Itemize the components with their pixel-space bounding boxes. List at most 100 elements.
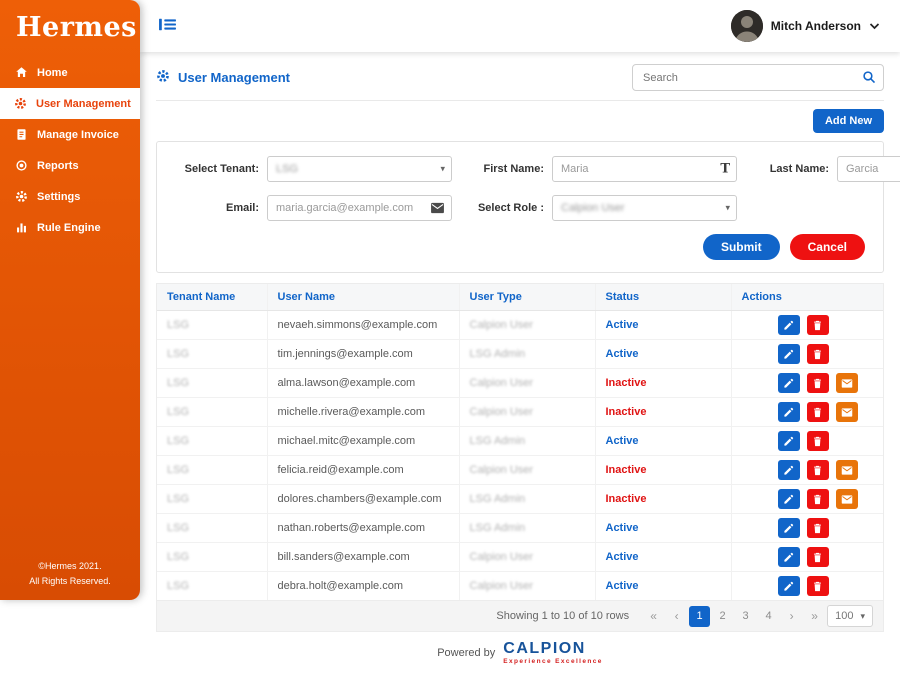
page-size-select[interactable]: 100 ▾ (827, 605, 873, 627)
search-icon[interactable] (862, 70, 876, 84)
pagination-prev-button[interactable]: ‹ (666, 606, 687, 627)
pagination-page-button[interactable]: 1 (689, 606, 710, 627)
edit-button[interactable] (778, 547, 800, 567)
avatar (731, 10, 763, 42)
envelope-icon (430, 202, 445, 214)
user-menu[interactable]: Mitch Anderson (731, 10, 880, 42)
edit-button[interactable] (778, 489, 800, 509)
pagination-next-button[interactable]: › (781, 606, 802, 627)
sidebar-item-settings[interactable]: Settings (0, 181, 140, 212)
chevron-down-icon (869, 17, 880, 35)
last-name-input[interactable] (837, 156, 900, 182)
mail-button[interactable] (836, 402, 858, 422)
invoice-icon (14, 128, 28, 141)
powered-by-footer: Powered by CALPION Experience Excellence (156, 632, 884, 676)
status-cell: Active (595, 514, 731, 543)
rule-engine-icon (14, 221, 28, 234)
edit-button[interactable] (778, 576, 800, 596)
delete-button[interactable] (807, 547, 829, 567)
search-input[interactable] (632, 64, 884, 91)
user-type-cell: Calpion User (459, 398, 595, 427)
tenant-field: Select Tenant: LSG ▾ (175, 156, 452, 182)
form-spacer (745, 195, 900, 221)
role-field: Select Role : Calpion User ▾ (460, 195, 737, 221)
users-table: Tenant Name User Name User Type Status A… (156, 283, 884, 600)
edit-button[interactable] (778, 518, 800, 538)
first-name-input[interactable] (552, 156, 737, 182)
tenant-select-value: LSG (276, 163, 298, 175)
delete-button[interactable] (807, 576, 829, 596)
sidebar-item-manage-invoice[interactable]: Manage Invoice (0, 119, 140, 150)
sidebar-nav: Home User Management Manage Invoice Repo… (0, 57, 140, 243)
edit-button[interactable] (778, 402, 800, 422)
edit-button[interactable] (778, 431, 800, 451)
role-select[interactable]: Calpion User (552, 195, 737, 221)
reports-icon (14, 159, 28, 172)
sidebar-item-rule-engine[interactable]: Rule Engine (0, 212, 140, 243)
table-row: LSG debra.holt@example.com Calpion User … (157, 572, 883, 601)
edit-pencil-icon (783, 465, 794, 476)
pagination-page-button[interactable]: 4 (758, 606, 779, 627)
tenant-select[interactable]: LSG (267, 156, 452, 182)
sidebar-item-label: Home (37, 67, 68, 79)
user-name-cell: debra.holt@example.com (267, 572, 459, 601)
actions-cell (731, 572, 883, 601)
form-actions: Submit Cancel (175, 234, 865, 260)
status-cell: Active (595, 572, 731, 601)
trash-icon (812, 349, 823, 360)
trash-icon (812, 581, 823, 592)
status-cell: Active (595, 311, 731, 340)
delete-button[interactable] (807, 373, 829, 393)
sidebar-item-label: Manage Invoice (37, 129, 119, 141)
actions-cell (731, 398, 883, 427)
trash-icon (812, 320, 823, 331)
user-name-cell: alma.lawson@example.com (267, 369, 459, 398)
trash-icon (812, 494, 823, 505)
delete-button[interactable] (807, 489, 829, 509)
delete-button[interactable] (807, 315, 829, 335)
edit-button[interactable] (778, 373, 800, 393)
topbar: Mitch Anderson (140, 0, 900, 52)
edit-pencil-icon (783, 378, 794, 389)
status-cell: Inactive (595, 456, 731, 485)
user-name-cell: dolores.chambers@example.com (267, 485, 459, 514)
mail-button[interactable] (836, 460, 858, 480)
main-area: Mitch Anderson User Management (140, 0, 900, 600)
delete-button[interactable] (807, 518, 829, 538)
edit-button[interactable] (778, 460, 800, 480)
pagination-last-button[interactable]: » (804, 606, 825, 627)
add-new-button[interactable]: Add New (813, 109, 884, 133)
status-cell: Inactive (595, 398, 731, 427)
delete-button[interactable] (807, 431, 829, 451)
first-name-label: First Name: (460, 163, 544, 175)
status-cell: Inactive (595, 485, 731, 514)
submit-button[interactable]: Submit (703, 234, 780, 260)
chevron-left-icon: ‹ (675, 609, 679, 623)
table-row: LSG michelle.rivera@example.com Calpion … (157, 398, 883, 427)
cancel-button[interactable]: Cancel (790, 234, 865, 260)
edit-button[interactable] (778, 344, 800, 364)
sidebar-item-home[interactable]: Home (0, 57, 140, 88)
mail-button[interactable] (836, 373, 858, 393)
sidebar-item-user-management[interactable]: User Management (0, 88, 140, 119)
page-size-chevron-down-icon: ▾ (860, 611, 865, 622)
pagination-page-button[interactable]: 2 (712, 606, 733, 627)
delete-button[interactable] (807, 402, 829, 422)
sidebar-item-label: User Management (36, 98, 131, 110)
table-row: LSG felicia.reid@example.com Calpion Use… (157, 456, 883, 485)
page-header: User Management (156, 60, 884, 101)
pagination-page-button[interactable]: 3 (735, 606, 756, 627)
sidebar-item-reports[interactable]: Reports (0, 150, 140, 181)
mail-button[interactable] (836, 489, 858, 509)
delete-button[interactable] (807, 344, 829, 364)
edit-button[interactable] (778, 315, 800, 335)
role-control: Calpion User ▾ (552, 195, 737, 221)
delete-button[interactable] (807, 460, 829, 480)
pagination-first-button[interactable]: « (643, 606, 664, 627)
sidebar-toggle-button[interactable] (156, 14, 179, 38)
column-header-user: User Name (267, 284, 459, 311)
email-input[interactable] (267, 195, 452, 221)
user-type-cell: LSG Admin (459, 340, 595, 369)
user-name-cell: bill.sanders@example.com (267, 543, 459, 572)
app-root: Hermes Home User Management Manage Invoi… (0, 0, 900, 600)
